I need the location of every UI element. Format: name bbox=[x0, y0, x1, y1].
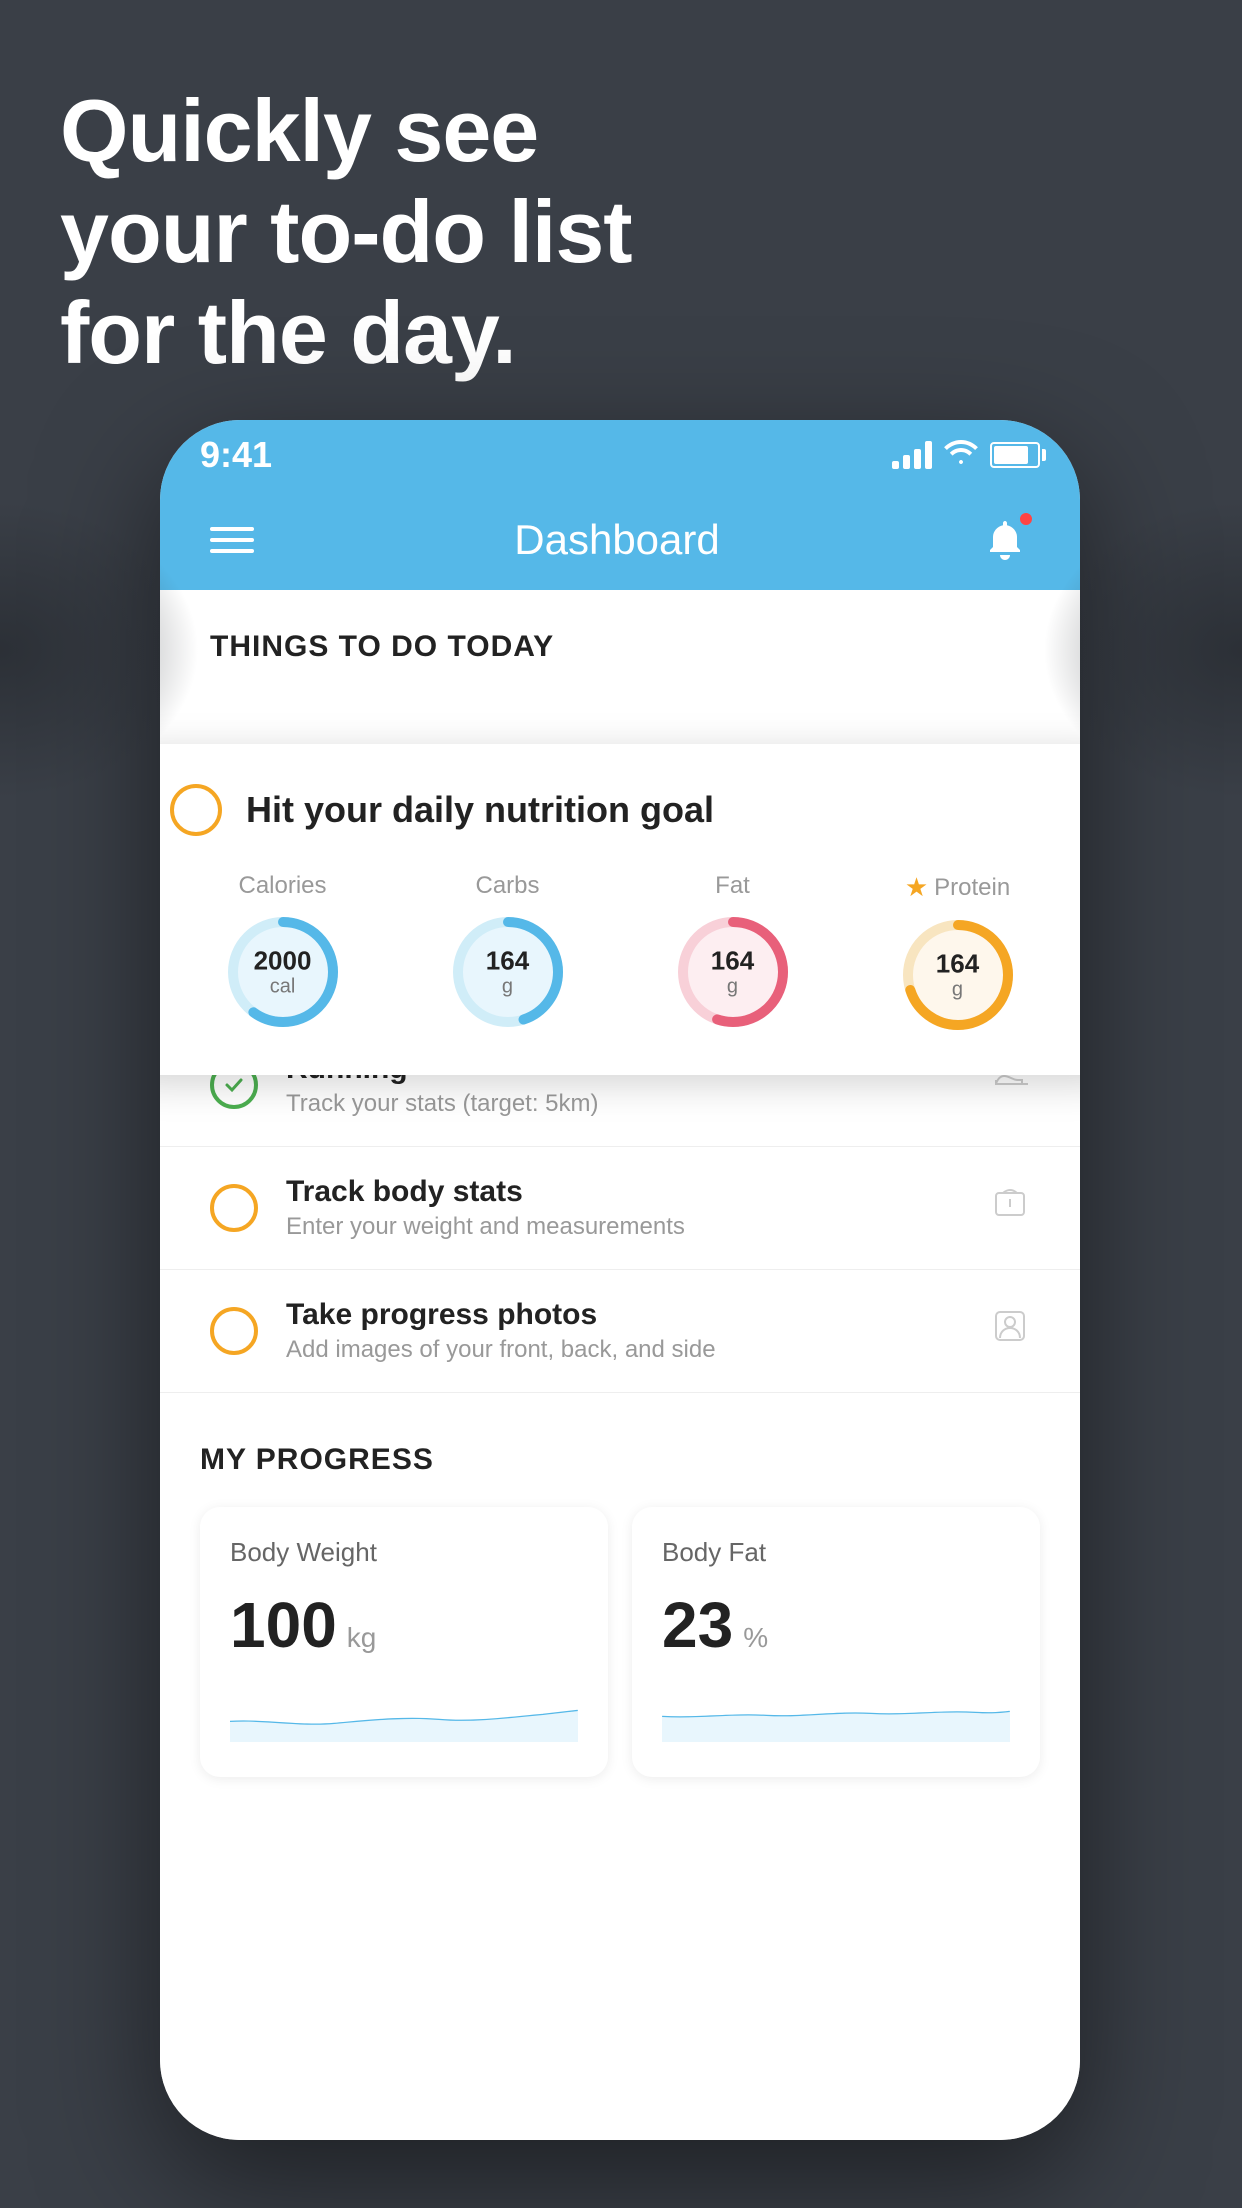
signal-icon bbox=[892, 441, 932, 469]
nutrition-card-title: Hit your daily nutrition goal bbox=[246, 789, 714, 831]
body-stats-checkbox[interactable] bbox=[210, 1184, 258, 1232]
phone-content: THINGS TO DO TODAY Hit your daily nutrit… bbox=[160, 590, 1080, 2140]
todo-item-photos[interactable]: Take progress photos Add images of your … bbox=[160, 1270, 1080, 1393]
person-icon bbox=[990, 1306, 1030, 1356]
notification-bell-button[interactable] bbox=[980, 515, 1030, 565]
body-weight-card[interactable]: Body Weight 100 kg bbox=[200, 1507, 608, 1777]
nav-title: Dashboard bbox=[514, 516, 719, 564]
calories-ring: 2000 cal bbox=[223, 912, 343, 1032]
body-stats-subtitle: Enter your weight and measurements bbox=[286, 1213, 962, 1241]
protein-ring: 164 g bbox=[898, 915, 1018, 1035]
fat-value: 164 bbox=[711, 947, 754, 976]
protein-value: 164 bbox=[936, 950, 979, 979]
carbs-item: Carbs 164 g bbox=[448, 872, 568, 1032]
body-weight-value: 100 bbox=[230, 1588, 337, 1662]
calories-value: 2000 bbox=[254, 947, 312, 976]
nutrition-goal-card: Hit your daily nutrition goal Calories bbox=[160, 744, 1080, 1075]
carbs-ring: 164 g bbox=[448, 912, 568, 1032]
things-to-do-header: THINGS TO DO TODAY bbox=[160, 590, 1080, 684]
body-fat-card[interactable]: Body Fat 23 % bbox=[632, 1507, 1040, 1777]
progress-header: MY PROGRESS bbox=[200, 1443, 1040, 1477]
body-fat-value: 23 bbox=[662, 1588, 733, 1662]
notification-badge bbox=[1018, 511, 1034, 527]
body-weight-title: Body Weight bbox=[230, 1537, 578, 1568]
nutrition-checkbox[interactable] bbox=[170, 784, 222, 836]
wifi-icon bbox=[944, 438, 978, 473]
protein-item: ★ Protein 164 g bbox=[898, 872, 1018, 1035]
nav-bar: Dashboard bbox=[160, 490, 1080, 590]
body-weight-value-row: 100 kg bbox=[230, 1588, 578, 1662]
calories-item: Calories 2000 cal bbox=[223, 872, 343, 1032]
todo-list: Running Track your stats (target: 5km) T… bbox=[160, 1024, 1080, 1393]
body-weight-chart bbox=[230, 1682, 578, 1742]
protein-unit: g bbox=[936, 978, 979, 1000]
carbs-unit: g bbox=[486, 975, 529, 997]
battery-icon bbox=[990, 442, 1040, 468]
carbs-label: Carbs bbox=[475, 872, 539, 900]
body-fat-chart bbox=[662, 1682, 1010, 1742]
nutrition-row: Calories 2000 cal bbox=[170, 872, 1070, 1035]
photos-checkbox[interactable] bbox=[210, 1307, 258, 1355]
status-bar: 9:41 bbox=[160, 420, 1080, 490]
body-weight-unit: kg bbox=[347, 1622, 377, 1654]
star-icon: ★ bbox=[905, 872, 928, 903]
scale-icon bbox=[990, 1183, 1030, 1233]
hero-text: Quickly see your to-do list for the day. bbox=[60, 80, 632, 384]
protein-label: ★ Protein bbox=[905, 872, 1010, 903]
fat-item: Fat 164 g bbox=[673, 872, 793, 1032]
fat-label: Fat bbox=[715, 872, 750, 900]
progress-section: MY PROGRESS Body Weight 100 kg B bbox=[160, 1393, 1080, 1807]
body-stats-text: Track body stats Enter your weight and m… bbox=[286, 1175, 962, 1241]
fat-ring: 164 g bbox=[673, 912, 793, 1032]
calories-unit: cal bbox=[254, 975, 312, 997]
body-fat-title: Body Fat bbox=[662, 1537, 1010, 1568]
fat-unit: g bbox=[711, 975, 754, 997]
todo-item-body-stats[interactable]: Track body stats Enter your weight and m… bbox=[160, 1147, 1080, 1270]
status-icons bbox=[892, 438, 1040, 473]
carbs-value: 164 bbox=[486, 947, 529, 976]
body-stats-title: Track body stats bbox=[286, 1175, 962, 1209]
menu-button[interactable] bbox=[210, 527, 254, 553]
body-fat-value-row: 23 % bbox=[662, 1588, 1010, 1662]
body-fat-unit: % bbox=[743, 1622, 768, 1654]
progress-cards: Body Weight 100 kg Body Fat 23 % bbox=[200, 1507, 1040, 1777]
calories-label: Calories bbox=[238, 872, 326, 900]
status-time: 9:41 bbox=[200, 434, 272, 476]
photos-subtitle: Add images of your front, back, and side bbox=[286, 1336, 962, 1364]
photos-text: Take progress photos Add images of your … bbox=[286, 1298, 962, 1364]
running-subtitle: Track your stats (target: 5km) bbox=[286, 1090, 962, 1118]
photos-title: Take progress photos bbox=[286, 1298, 962, 1332]
phone-mockup: 9:41 Da bbox=[160, 420, 1080, 2140]
